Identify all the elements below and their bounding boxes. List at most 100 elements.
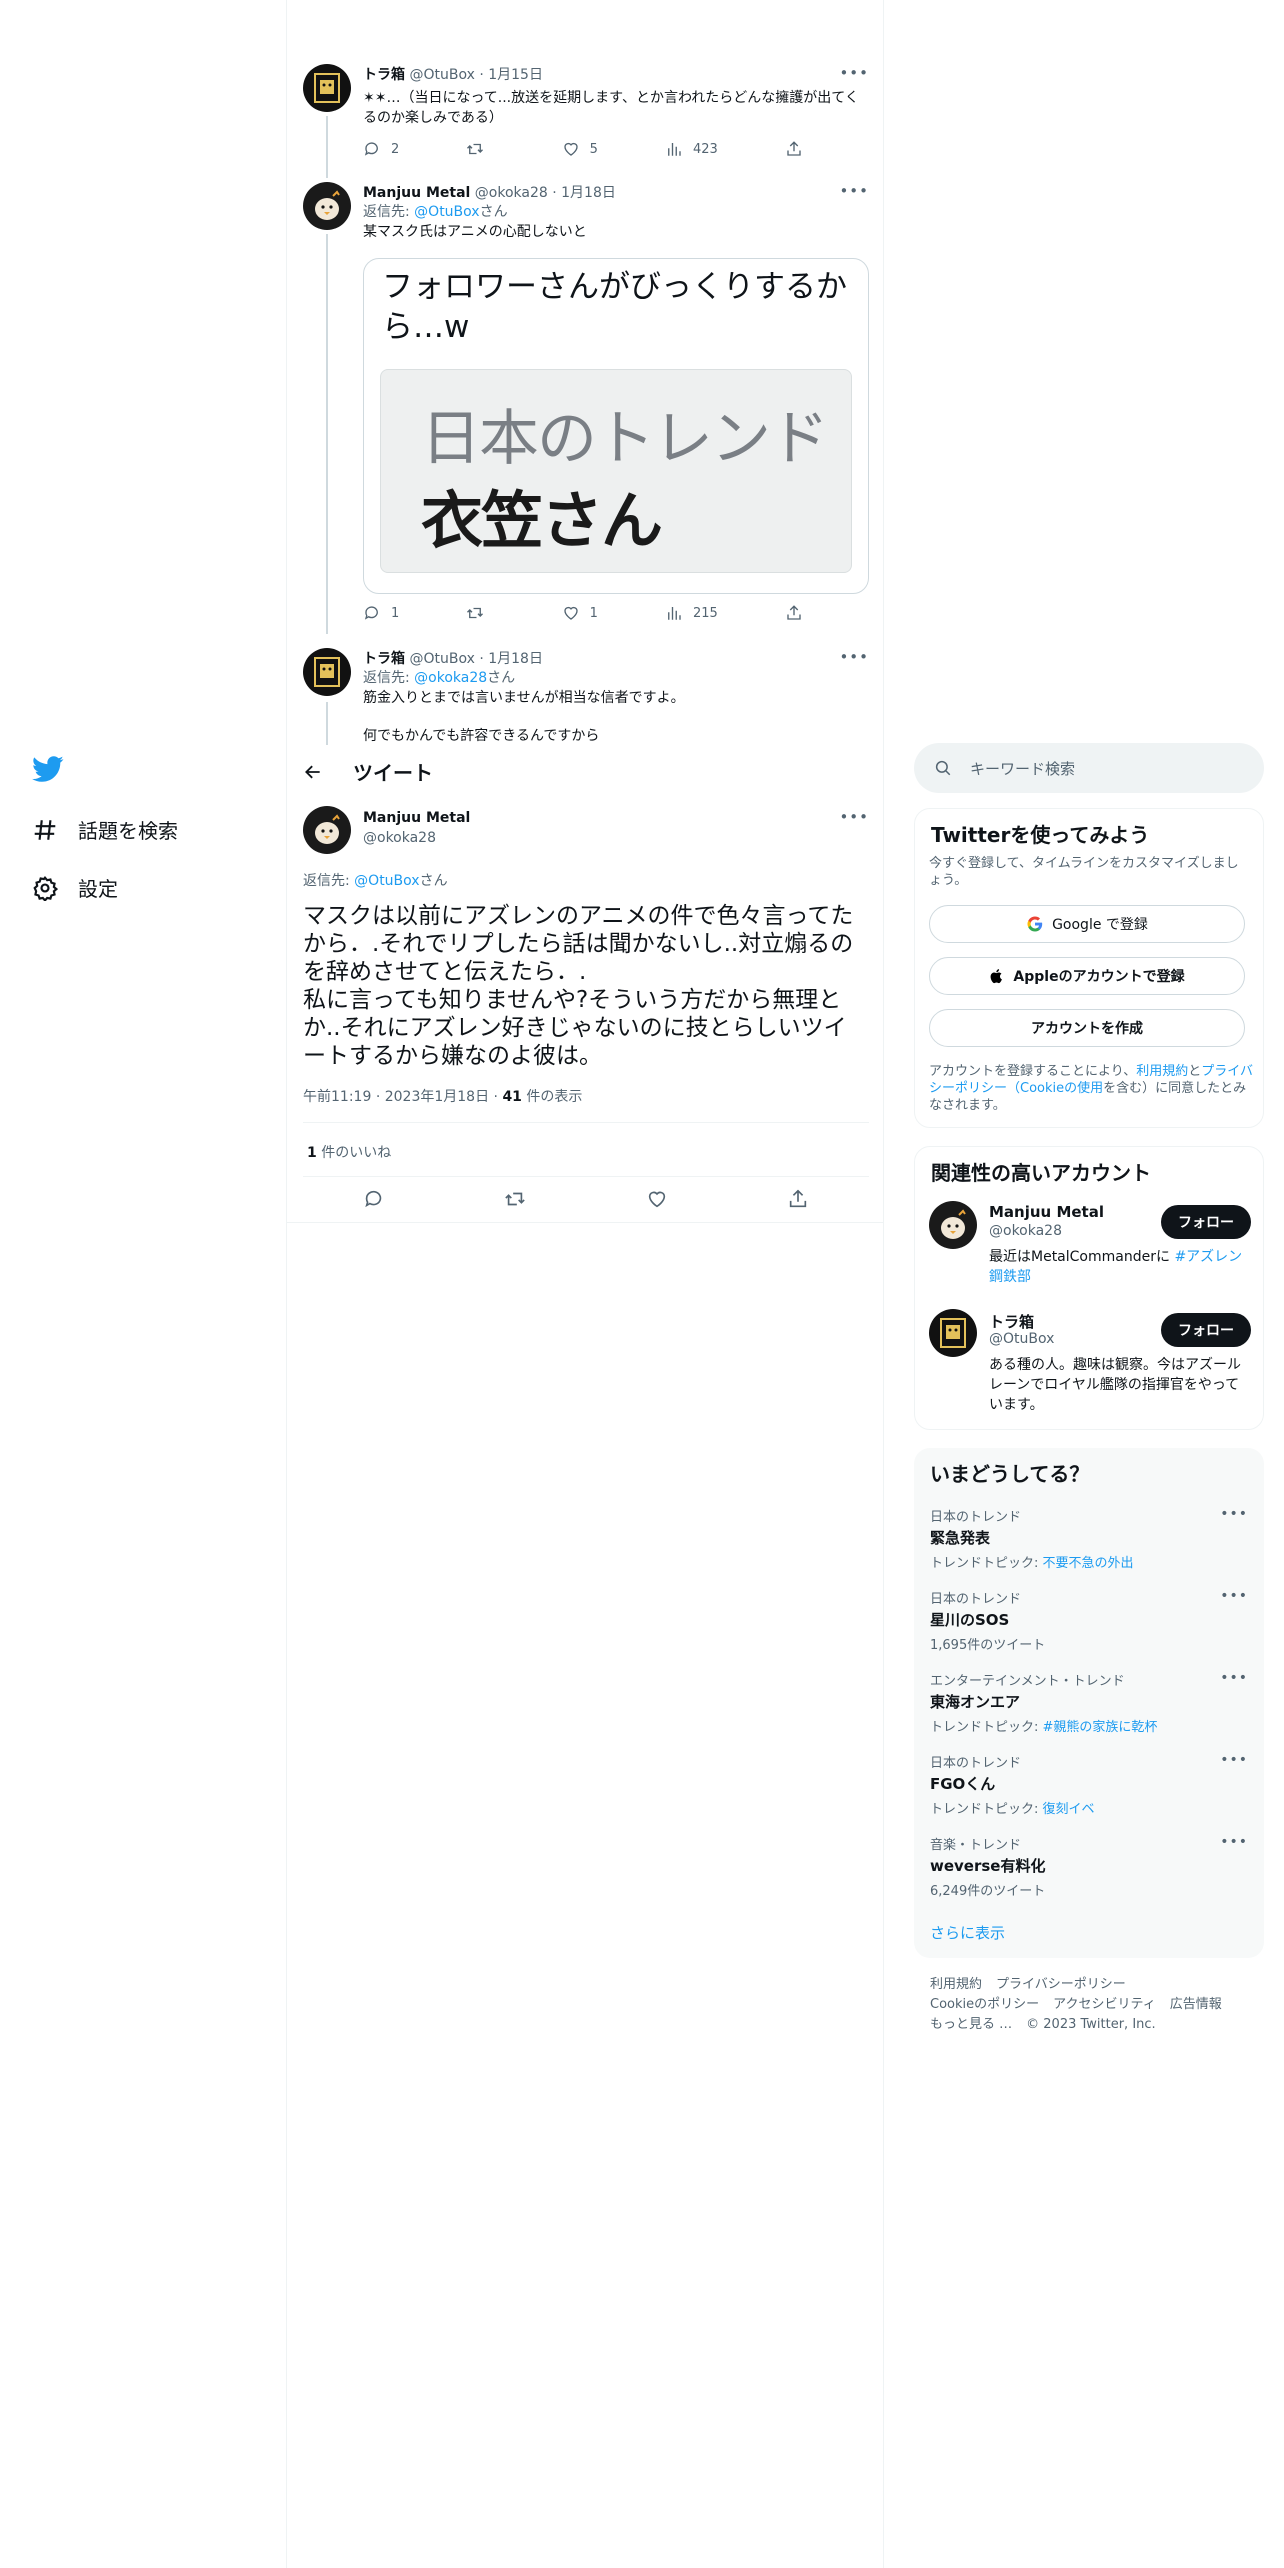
create-account-button[interactable]: アカウントを作成 bbox=[929, 1009, 1245, 1047]
like-button[interactable]: 5 bbox=[562, 140, 598, 158]
twitter-logo-icon[interactable] bbox=[32, 753, 64, 785]
reply-to-link[interactable]: @OtuBox bbox=[414, 204, 479, 220]
avatar[interactable] bbox=[303, 182, 351, 230]
follow-button[interactable]: フォロー bbox=[1161, 1313, 1251, 1347]
author-handle[interactable]: @OtuBox bbox=[409, 67, 474, 83]
more-options-icon[interactable]: ••• bbox=[839, 64, 869, 82]
retweet-button[interactable] bbox=[466, 604, 494, 622]
tweet-date[interactable]: 2023年1月18日 bbox=[385, 1089, 489, 1105]
trend-topic-link[interactable]: #親熊の家族に乾杯 bbox=[1043, 1720, 1158, 1735]
author-name[interactable]: トラ箱 bbox=[363, 67, 405, 83]
footer-ads-link[interactable]: 広告情報 bbox=[1170, 1997, 1222, 2012]
analytics-icon bbox=[668, 607, 681, 620]
account-handle[interactable]: @OtuBox bbox=[989, 1331, 1054, 1347]
follow-button[interactable]: フォロー bbox=[1161, 1205, 1251, 1239]
signup-subtitle: 今すぐ登録して、タイムラインをカスタマイズしましょう。 bbox=[929, 856, 1239, 888]
share-button[interactable] bbox=[785, 140, 803, 158]
footer-more-link[interactable]: もっと見る … bbox=[930, 2017, 1012, 2032]
avatar[interactable] bbox=[303, 806, 351, 854]
nav-settings-label: 設定 bbox=[78, 877, 118, 901]
trend-item[interactable]: 日本のトレンド FGOくん トレンドトピック: 復刻イベ ••• bbox=[930, 1752, 1248, 1817]
more-options-icon[interactable]: ••• bbox=[1220, 1670, 1248, 1686]
tweet-date[interactable]: 1月15日 bbox=[488, 67, 543, 83]
like-button[interactable]: 1 bbox=[562, 604, 598, 622]
author-name[interactable]: Manjuu Metal bbox=[363, 810, 470, 826]
tweet-date[interactable]: 1月18日 bbox=[561, 185, 616, 201]
tweet-body: トラ箱 @OtuBox · 1月15日 ✶✶…（当日になって...放送を延期しま… bbox=[363, 64, 869, 158]
trend-item[interactable]: 音楽・トレンド weverse有料化 6,249件のツイート ••• bbox=[930, 1834, 1248, 1899]
more-options-icon[interactable]: ••• bbox=[1220, 1834, 1248, 1850]
reply-to-link[interactable]: @okoka28 bbox=[414, 670, 487, 686]
reply-icon[interactable] bbox=[363, 1188, 385, 1210]
tweet-text: マスクは以前にアズレンのアニメの件で色々言ってたから．.それでリプしたら話は聞か… bbox=[303, 903, 854, 1069]
retweet-button[interactable] bbox=[466, 140, 494, 158]
box-avatar-icon bbox=[929, 1309, 977, 1357]
tweet-body: トラ箱 @OtuBox · 1月18日 返信先: @okoka28さん 筋金入り… bbox=[363, 648, 869, 745]
more-options-icon[interactable]: ••• bbox=[839, 808, 869, 826]
avatar[interactable] bbox=[303, 64, 351, 112]
reply-to-link[interactable]: @OtuBox bbox=[354, 873, 419, 889]
search-box[interactable]: キーワード検索 bbox=[914, 743, 1264, 793]
author-handle[interactable]: @okoka28 bbox=[363, 830, 436, 846]
more-options-icon[interactable]: ••• bbox=[839, 648, 869, 666]
more-options-icon[interactable]: ••• bbox=[839, 182, 869, 200]
trend-topic-link[interactable]: 不要不急の外出 bbox=[1043, 1556, 1134, 1571]
avatar[interactable] bbox=[303, 648, 351, 696]
share-button[interactable] bbox=[785, 604, 803, 622]
divider bbox=[303, 1122, 869, 1123]
views-button[interactable]: 423 bbox=[665, 140, 718, 158]
google-signup-button[interactable]: Google で登録 bbox=[929, 905, 1245, 943]
account-item[interactable]: トラ箱 @OtuBox フォロー ある種の人。趣味は観察。今はアズールレーンでロ… bbox=[915, 1309, 1265, 1419]
author-handle[interactable]: @okoka28 bbox=[475, 185, 548, 201]
avatar[interactable] bbox=[929, 1309, 977, 1357]
back-arrow-icon[interactable] bbox=[303, 762, 323, 782]
reply-icon bbox=[364, 142, 378, 156]
tweet-header: トラ箱 @OtuBox · 1月15日 bbox=[363, 64, 869, 84]
account-name[interactable]: Manjuu Metal bbox=[989, 1203, 1104, 1221]
nav-settings[interactable]: 設定 bbox=[32, 873, 118, 902]
account-handle[interactable]: @okoka28 bbox=[989, 1223, 1062, 1239]
trend-item[interactable]: 日本のトレンド 緊急発表 トレンドトピック: 不要不急の外出 ••• bbox=[930, 1506, 1248, 1571]
account-item[interactable]: Manjuu Metal @okoka28 フォロー 最近はMetalComma… bbox=[915, 1201, 1265, 1301]
separator-dot: · bbox=[479, 67, 484, 83]
footer-privacy-link[interactable]: プライバシーポリシー bbox=[996, 1977, 1126, 1992]
retweet-icon[interactable] bbox=[504, 1188, 526, 1210]
thread-tweet[interactable]: Manjuu Metal @okoka28 · 1月18日 返信先: @OtuB… bbox=[303, 182, 869, 642]
footer-cookie-link[interactable]: Cookieのポリシー bbox=[930, 1997, 1039, 2012]
thread-tweet[interactable]: トラ箱 @OtuBox · 1月18日 返信先: @okoka28さん 筋金入り… bbox=[303, 648, 869, 745]
author-name[interactable]: トラ箱 bbox=[363, 651, 405, 667]
trend-topic-link[interactable]: 復刻イベ bbox=[1043, 1802, 1095, 1817]
search-input[interactable]: キーワード検索 bbox=[970, 758, 1075, 779]
trend-item[interactable]: 日本のトレンド 星川のSOS 1,695件のツイート ••• bbox=[930, 1588, 1248, 1653]
tweet-time[interactable]: 午前11:19 bbox=[303, 1089, 371, 1105]
tweet-date[interactable]: 1月18日 bbox=[488, 651, 543, 667]
thread-tweet[interactable]: トラ箱 @OtuBox · 1月15日 ✶✶…（当日になって...放送を延期しま… bbox=[303, 64, 869, 164]
likes-summary[interactable]: 1 件のいいね bbox=[307, 1142, 391, 1162]
signup-terms: アカウントを登録することにより、利用規約とプライバシーポリシー（Cookieの使… bbox=[929, 1063, 1253, 1114]
more-options-icon[interactable]: ••• bbox=[1220, 1588, 1248, 1604]
chick-avatar-icon bbox=[303, 806, 351, 854]
chick-avatar-icon bbox=[929, 1201, 977, 1249]
more-options-icon[interactable]: ••• bbox=[1220, 1506, 1248, 1522]
share-icon[interactable] bbox=[787, 1188, 809, 1210]
apple-signup-button[interactable]: Appleのアカウントで登録 bbox=[929, 957, 1245, 995]
nav-explore[interactable]: 話題を検索 bbox=[32, 815, 178, 844]
show-more-link[interactable]: さらに表示 bbox=[930, 1922, 1005, 1943]
media-card[interactable]: フォロワーさんがびっくりするから…w 日本のトレンド 衣笠さん bbox=[363, 258, 869, 594]
reply-button[interactable]: 1 bbox=[363, 604, 399, 622]
timeline-column: トラ箱 @OtuBox · 1月15日 ✶✶…（当日になって...放送を延期しま… bbox=[286, 0, 884, 2568]
view-count: 423 bbox=[692, 141, 718, 157]
trends-panel: いまどうしてる？ 日本のトレンド 緊急発表 トレンドトピック: 不要不急の外出 … bbox=[914, 1448, 1264, 1958]
more-options-icon[interactable]: ••• bbox=[1220, 1752, 1248, 1768]
account-name[interactable]: トラ箱 bbox=[989, 1311, 1034, 1332]
views-button[interactable]: 215 bbox=[665, 604, 718, 622]
trend-item[interactable]: エンターテインメント・トレンド 東海オンエア トレンドトピック: #親熊の家族に… bbox=[930, 1670, 1248, 1735]
terms-link[interactable]: 利用規約 bbox=[1136, 1064, 1188, 1079]
reply-button[interactable]: 2 bbox=[363, 140, 399, 158]
heart-icon[interactable] bbox=[646, 1188, 668, 1210]
author-name[interactable]: Manjuu Metal bbox=[363, 185, 470, 201]
footer-accessibility-link[interactable]: アクセシビリティ bbox=[1053, 1997, 1156, 2012]
author-handle[interactable]: @OtuBox bbox=[409, 651, 474, 667]
footer-terms-link[interactable]: 利用規約 bbox=[930, 1977, 982, 1992]
avatar[interactable] bbox=[929, 1201, 977, 1249]
